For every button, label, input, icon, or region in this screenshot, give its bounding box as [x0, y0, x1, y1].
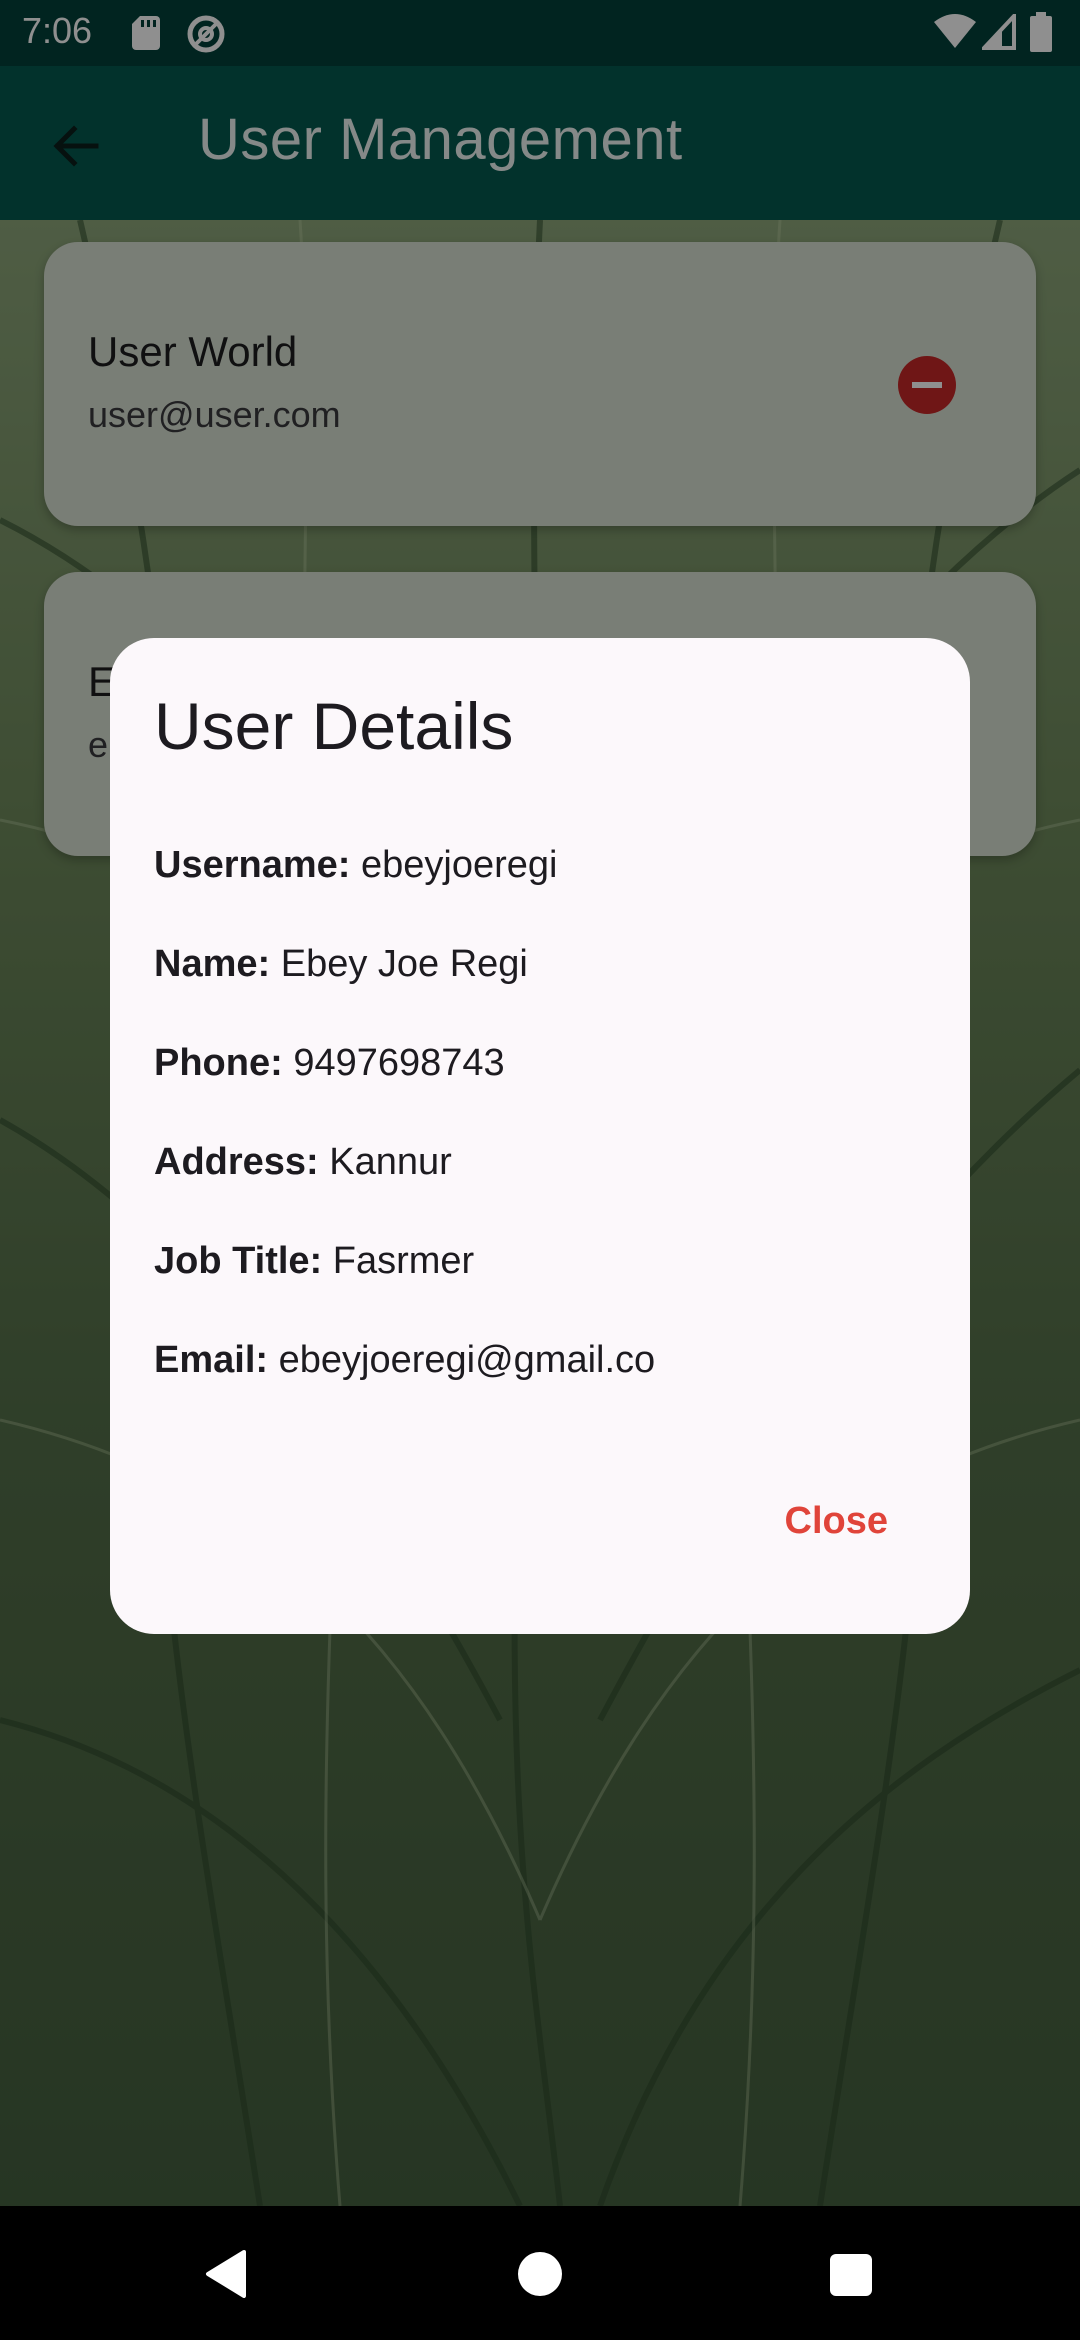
detail-label: Email: [154, 1339, 269, 1381]
detail-phone: Phone: 9497698743 [154, 1042, 505, 1085]
detail-label: Name: [154, 943, 271, 985]
detail-value: 9497698743 [293, 1042, 505, 1084]
detail-value: Ebey Joe Regi [280, 943, 528, 985]
detail-label: Username: [154, 844, 351, 886]
detail-address: Address: Kannur [154, 1141, 452, 1184]
detail-username: Username: ebeyjoeregi [154, 844, 557, 887]
detail-email: Email: ebeyjoeregi@gmail.co [154, 1339, 655, 1382]
detail-value: Fasrmer [332, 1240, 475, 1282]
detail-label: Phone: [154, 1042, 283, 1084]
detail-name: Name: Ebey Joe Regi [154, 943, 528, 986]
detail-job-title: Job Title: Fasrmer [154, 1240, 474, 1283]
nav-home-icon[interactable] [518, 2252, 562, 2296]
detail-value: ebeyjoeregi@gmail.co [278, 1339, 656, 1381]
detail-value: Kannur [329, 1141, 452, 1183]
dialog-title: User Details [154, 689, 514, 763]
detail-value: ebeyjoeregi [360, 844, 558, 886]
detail-label: Address: [154, 1141, 319, 1183]
nav-back-icon[interactable] [204, 2250, 248, 2298]
detail-label: Job Title: [154, 1240, 323, 1282]
user-details-dialog: User Details Username: ebeyjoeregi Name:… [110, 638, 970, 1634]
nav-recents-icon[interactable] [830, 2254, 872, 2296]
close-button[interactable]: Close [785, 1500, 888, 1543]
navigation-bar [0, 2206, 1080, 2340]
